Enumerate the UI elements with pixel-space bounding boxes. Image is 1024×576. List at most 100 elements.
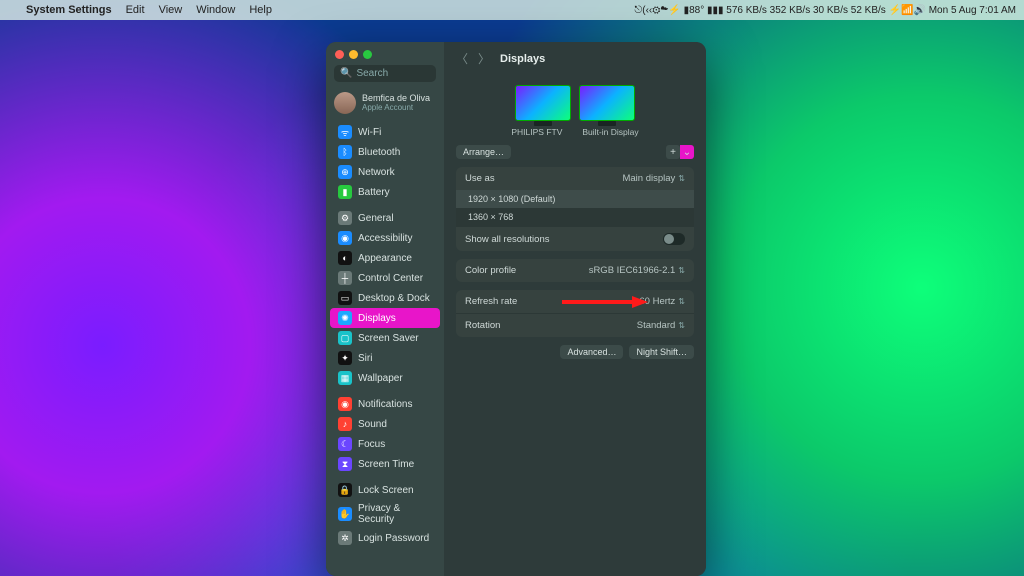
sidebar-item-label: Login Password xyxy=(358,533,429,544)
menu-help[interactable]: Help xyxy=(249,4,272,16)
menu-window[interactable]: Window xyxy=(196,4,235,16)
monitor-thumb-1[interactable] xyxy=(515,85,571,121)
resolution-option-0[interactable]: 1920 × 1080 (Default) xyxy=(456,190,694,208)
avatar xyxy=(334,92,356,114)
sidebar-icon: ▦ xyxy=(338,371,352,385)
sidebar-item-label: Wallpaper xyxy=(358,373,403,384)
show-all-label: Show all resolutions xyxy=(465,234,550,245)
sidebar-item-appearance[interactable]: ◐ Appearance xyxy=(330,248,440,268)
refresh-rate-value: 60 Hertz xyxy=(639,296,675,307)
display-arrangement[interactable] xyxy=(456,75,694,127)
chevron-updown-icon: ⇅ xyxy=(678,266,685,275)
sidebar-item-notifications[interactable]: ◉Notifications xyxy=(330,394,440,414)
sidebar-icon: ⚙ xyxy=(338,211,352,225)
app-menu[interactable]: System Settings xyxy=(26,4,112,16)
system-settings-window: 🔍 Search Bemfica de Oliva Apple Account … xyxy=(326,42,706,576)
sidebar-item-login-password[interactable]: ✲Login Password xyxy=(330,528,440,548)
resolution-option-1[interactable]: 1360 × 768 xyxy=(456,208,694,226)
chevron-updown-icon: ⇅ xyxy=(678,297,685,306)
monitor-thumb-2[interactable] xyxy=(579,85,635,121)
monitor-label-2: Built-in Display xyxy=(582,127,638,137)
content-pane: 〈 〉 Displays PHILIPS FTV Built-in Displa… xyxy=(444,42,706,576)
sidebar-item-label: Privacy & Security xyxy=(358,503,432,525)
color-profile-value: sRGB IEC61966-2.1 xyxy=(589,265,676,276)
sidebar-item-label: General xyxy=(358,213,394,224)
sidebar-item-screen-time[interactable]: ⧗Screen Time xyxy=(330,454,440,474)
show-all-toggle[interactable] xyxy=(663,233,685,245)
zoom-button[interactable] xyxy=(363,50,372,59)
sidebar-icon: ᛒ xyxy=(338,145,352,159)
sidebar-icon: ┼ xyxy=(338,271,352,285)
sidebar-item-lock-screen[interactable]: 🔒Lock Screen xyxy=(330,480,440,500)
sidebar: 🔍 Search Bemfica de Oliva Apple Account … xyxy=(326,42,444,576)
resolution-list: 1920 × 1080 (Default) 1360 × 768 xyxy=(456,190,694,226)
sidebar-icon: ✦ xyxy=(338,351,352,365)
minimize-button[interactable] xyxy=(349,50,358,59)
sidebar-item-label: Notifications xyxy=(358,399,412,410)
user-name: Bemfica de Oliva xyxy=(362,94,430,104)
sidebar-item-battery[interactable]: ▮Battery xyxy=(330,182,440,202)
night-shift-button[interactable]: Night Shift… xyxy=(629,345,694,359)
search-input[interactable]: 🔍 Search xyxy=(334,65,436,82)
sidebar-icon: ◐ xyxy=(338,251,352,265)
sidebar-item-label: Network xyxy=(358,167,395,178)
back-button[interactable]: 〈 xyxy=(456,50,468,67)
chevron-updown-icon: ⇅ xyxy=(678,174,685,183)
sidebar-item-label: Appearance xyxy=(358,253,412,264)
color-profile-row[interactable]: Color profile sRGB IEC61966-2.1⇅ xyxy=(456,259,694,282)
refresh-rate-row[interactable]: Refresh rate 60 Hertz⇅ xyxy=(456,290,694,313)
apple-account-row[interactable]: Bemfica de Oliva Apple Account xyxy=(326,88,444,122)
titlebar: 〈 〉 Displays xyxy=(444,42,706,75)
page-title: Displays xyxy=(500,53,545,65)
sidebar-item-general[interactable]: ⚙ General xyxy=(330,208,440,228)
sidebar-item-screen-saver[interactable]: ▢ Screen Saver xyxy=(330,328,440,348)
sidebar-item-label: Desktop & Dock xyxy=(358,293,430,304)
sidebar-item-displays[interactable]: ✺Displays xyxy=(330,308,440,328)
sidebar-item-desktop-dock[interactable]: ▭Desktop & Dock xyxy=(330,288,440,308)
sidebar-item-label: Screen Saver xyxy=(358,333,419,344)
sidebar-item-label: Battery xyxy=(358,187,390,198)
menu-view[interactable]: View xyxy=(159,4,183,16)
sidebar-item-wi-fi[interactable]: ᯤWi-Fi xyxy=(330,122,440,142)
menubar-status-area[interactable]: ⎋(‹‹⚙☁⚡ ▮88° ▮▮▮ 576 KB/s 352 KB/s 30 KB… xyxy=(634,5,1016,16)
sidebar-nav: ᯤWi-FiᛒBluetooth ⊕ Network ▮Battery ⚙ General… xyxy=(326,122,444,576)
display-options-button[interactable]: ⌄ xyxy=(680,145,694,159)
sidebar-item-control-center[interactable]: ┼Control Center xyxy=(330,268,440,288)
advanced-button[interactable]: Advanced… xyxy=(560,345,623,359)
sidebar-item-siri[interactable]: ✦ Siri xyxy=(330,348,440,368)
sidebar-item-privacy-security[interactable]: ✋Privacy & Security xyxy=(330,500,440,528)
sidebar-item-bluetooth[interactable]: ᛒBluetooth xyxy=(330,142,440,162)
menubar: System Settings Edit View Window Help ⎋(… xyxy=(0,0,1024,20)
user-sub: Apple Account xyxy=(362,103,430,112)
sidebar-item-label: Sound xyxy=(358,419,387,430)
sidebar-icon: ✺ xyxy=(338,311,352,325)
rotation-row[interactable]: Rotation Standard⇅ xyxy=(456,313,694,337)
sidebar-item-focus[interactable]: ☾Focus xyxy=(330,434,440,454)
sidebar-item-label: Accessibility xyxy=(358,233,412,244)
sidebar-icon: ⧗ xyxy=(338,457,352,471)
color-profile-label: Color profile xyxy=(465,265,516,276)
menu-edit[interactable]: Edit xyxy=(126,4,145,16)
sidebar-item-sound[interactable]: ♪ Sound xyxy=(330,414,440,434)
sidebar-icon: ▢ xyxy=(338,331,352,345)
arrange-button[interactable]: Arrange… xyxy=(456,145,511,159)
forward-button[interactable]: 〉 xyxy=(478,50,490,67)
sidebar-icon: 🔒 xyxy=(338,483,352,497)
rotation-label: Rotation xyxy=(465,320,500,331)
chevron-updown-icon: ⇅ xyxy=(678,321,685,330)
sidebar-item-label: Siri xyxy=(358,353,372,364)
rotation-value: Standard xyxy=(637,320,676,331)
sidebar-icon: ◉ xyxy=(338,231,352,245)
search-icon: 🔍 xyxy=(340,68,352,79)
use-as-label: Use as xyxy=(465,173,495,184)
sidebar-item-network[interactable]: ⊕ Network xyxy=(330,162,440,182)
monitor-label-1: PHILIPS FTV xyxy=(511,127,562,137)
close-button[interactable] xyxy=(335,50,344,59)
sidebar-item-wallpaper[interactable]: ▦ Wallpaper xyxy=(330,368,440,388)
use-as-row[interactable]: Use as Main display⇅ xyxy=(456,167,694,190)
sidebar-icon: ⊕ xyxy=(338,165,352,179)
sidebar-item-accessibility[interactable]: ◉ Accessibility xyxy=(330,228,440,248)
sidebar-icon: ♪ xyxy=(338,417,352,431)
sidebar-item-label: Focus xyxy=(358,439,385,450)
add-display-button[interactable]: + xyxy=(666,145,680,159)
